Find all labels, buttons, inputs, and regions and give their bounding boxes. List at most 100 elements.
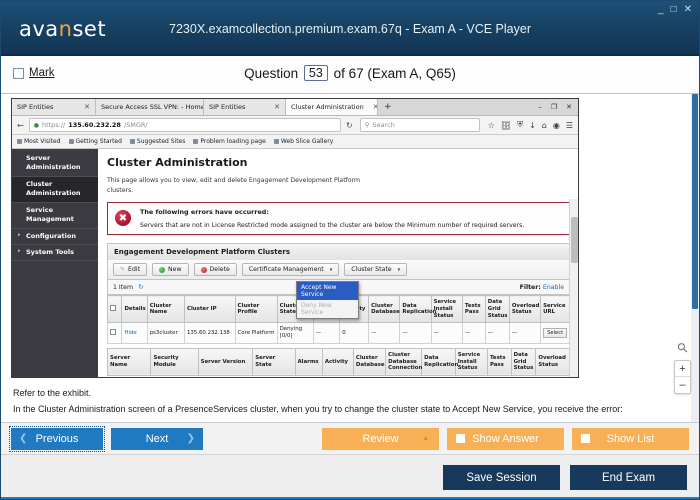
bookmark-item[interactable]: Web Slice Gallery [273,138,333,145]
question-pane-scroll-thumb[interactable] [692,94,698,309]
header-cluster-name: Cluster Name [146,295,186,324]
refresh-icon[interactable]: ↻ [138,283,144,291]
cell-details[interactable]: Hide [121,322,148,344]
cluster-state-dropdown[interactable]: Cluster State ▾ [344,263,408,277]
shield-icon[interactable]: ⛨ [517,120,523,130]
cell-service-url[interactable]: Select [540,322,570,344]
browser-address-bar[interactable]: ● https:// 135.60.232.28 /SMGR/ [28,118,342,132]
browser-tab[interactable]: SIP Entities ✕ [12,99,96,115]
cell-data-grid-status: — [484,322,510,344]
cell-cluster-state: Denying [0/0] [276,322,314,344]
account-icon[interactable]: ◉ [553,121,560,130]
tab-close-icon[interactable]: ✕ [78,103,90,111]
sidebar-item-label: Configuration [26,231,76,240]
home-icon[interactable]: ⌂ [542,121,547,130]
tab-close-icon[interactable]: ✕ [268,103,280,111]
hamburger-menu-icon[interactable]: ☰ [566,121,573,130]
edit-label: Edit [128,266,141,274]
browser-close-icon[interactable]: ✕ [566,103,572,111]
select-all-checkbox[interactable] [110,304,116,311]
bookmark-label: Problem loading page [200,138,266,145]
question-number-input[interactable]: 53 [303,65,328,81]
browser-nav-bar: ← ● https:// 135.60.232.28 /SMGR/ ↻ ⚲ Se… [12,116,578,135]
sidebar-item-system-tools[interactable]: ▸ System Tools [12,245,98,262]
header-service-url: Service URL [540,295,570,324]
bookmark-item[interactable]: Most Visited [17,138,61,145]
browser-tab[interactable]: SIP Entities ✕ [204,99,286,115]
header-security-module: Security Module [150,347,199,377]
header-server-name: Server Name [106,347,152,377]
next-button[interactable]: Next ❯ [111,427,203,450]
cell-tests-pass: — [461,322,486,344]
details-hide-link[interactable]: Hide [124,330,136,336]
table-row[interactable]: Hide ps3cluster 135.60.232.138 Core Plat… [106,322,570,344]
sidebar-arrow-icon: ▸ [18,247,21,254]
cell-cluster-database: — [368,322,401,344]
maximize-icon[interactable]: □ [671,5,677,15]
header-data-replication: Data Replication [421,347,458,377]
cell-data-replication: — [399,322,432,344]
sidebar-item-cluster-administration[interactable]: Cluster Administration [12,176,98,203]
service-url-select-button[interactable]: Select [543,327,568,339]
menu-item-accept-new-service[interactable]: Accept New Service [297,282,358,301]
back-icon[interactable]: ← [17,121,24,130]
browser-restore-icon[interactable]: ❐ [551,103,557,111]
show-list-button[interactable]: Show List [572,427,689,450]
question-bar: Mark Question 53 of 67 (Exam A, Q65) [1,56,699,94]
certificate-management-dropdown[interactable]: Certificate Management ▾ [241,263,340,277]
show-answer-button[interactable]: Show Answer [447,427,564,450]
review-label: Review [362,432,399,445]
edit-button[interactable]: ✎ Edit [113,263,148,277]
close-icon[interactable]: ✕ [684,5,692,15]
browser-vertical-scrollbar[interactable] [569,199,578,377]
previous-button[interactable]: ❮ Previous [9,425,105,452]
minimize-icon[interactable]: _ [658,5,664,15]
zoom-out-button[interactable]: – [675,377,690,393]
sidebar-item-service-management[interactable]: Service Management [12,203,98,229]
bookmark-item[interactable]: Getting Started [68,138,122,145]
sidebar-item-label: Cluster Administration [26,179,81,198]
download-icon[interactable]: ↓ [529,121,536,130]
new-tab-button[interactable]: + [378,99,398,115]
bookmark-star-icon[interactable]: ☆ [488,121,495,130]
header-select-all[interactable] [106,295,123,324]
url-host: 135.60.232.28 [68,121,121,129]
sidebar-item-server-administration[interactable]: Server Administration [12,151,98,177]
clusters-panel-title: Engagement Development Platform Clusters [107,243,570,261]
question-pane-scrollbar[interactable] [691,94,699,424]
end-exam-button[interactable]: End Exam [570,465,687,490]
page-description: This page allows you to view, edit and d… [107,177,361,194]
header-tests-pass: Tests Pass [461,295,486,324]
save-session-button[interactable]: Save Session [443,465,560,490]
header-server-version: Server Version [197,347,254,377]
chevron-left-icon: ❮ [19,433,28,444]
title-bar: avanset 7230X.examcollection.premium.exa… [1,1,699,56]
reload-icon[interactable]: ↻ [346,121,355,130]
review-button[interactable]: Review ▲ [322,427,439,450]
library-icon[interactable]: 🗄 [501,121,511,130]
smgr-sidebar: Server Administration Cluster Administra… [12,149,98,377]
tab-close-icon[interactable]: ✕ [367,103,377,111]
browser-minimize-icon[interactable]: – [538,103,542,111]
filter-enable-link[interactable]: Enable [543,284,564,291]
caret-up-icon: ▲ [422,435,429,442]
browser-toolbar-icons: ☆ 🗄 ⛨ ↓ ⌂ ◉ ☰ [485,120,573,130]
bookmark-item[interactable]: Suggested Sites [129,138,185,145]
browser-tab-active[interactable]: Cluster Administration ✕ [286,99,378,115]
sidebar-item-configuration[interactable]: ▸ Configuration [12,229,98,245]
header-overload-status: Overload Status [508,295,542,324]
delete-button[interactable]: Delete [193,263,237,277]
magnifier-icon[interactable]: ⚲ [673,339,691,357]
bookmark-item[interactable]: Problem loading page [193,138,266,145]
new-button[interactable]: New [152,263,189,277]
cell-row-select[interactable] [106,322,123,344]
row-checkbox[interactable] [110,328,116,335]
header-service-install-status: Service Install Status [454,347,488,377]
browser-search-input[interactable]: ⚲ Search [359,118,480,132]
chevron-right-icon: ❯ [186,433,195,444]
zoom-in-button[interactable]: + [675,361,690,377]
scrollbar-thumb[interactable] [571,217,578,263]
header-data-grid-status: Data Grid Status [484,295,510,324]
filter-control: Filter: Enable [520,284,564,291]
browser-tab[interactable]: Secure Access SSL VPN: - Home ✕ [96,99,204,115]
